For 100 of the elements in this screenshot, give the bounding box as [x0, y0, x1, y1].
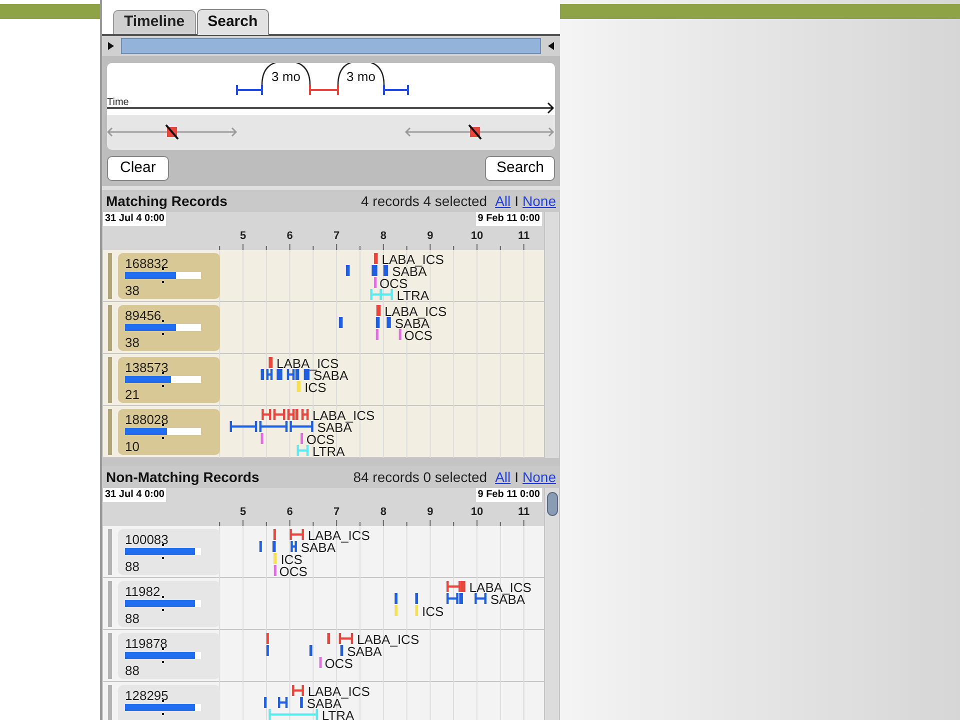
- track-label: LABA_ICS: [356, 632, 420, 647]
- record-total: 88: [125, 611, 140, 626]
- tab[interactable]: Search: [196, 9, 269, 35]
- track-label: LABA_ICS: [384, 304, 447, 319]
- track-label: OCS: [379, 276, 408, 291]
- track-label: LABA_ICS: [308, 528, 370, 543]
- event-mark: [383, 265, 388, 276]
- record-card[interactable]: 128295: [118, 685, 220, 720]
- tick-label: 7: [334, 230, 340, 242]
- clear-button[interactable]: Clear: [107, 156, 169, 180]
- event-mark: [386, 317, 391, 328]
- tab[interactable]: Timeline: [113, 10, 196, 34]
- tick-label: 9: [427, 506, 434, 518]
- none-link[interactable]: None: [522, 466, 556, 488]
- record-total: 10: [125, 439, 140, 454]
- track-label: SABA: [394, 316, 430, 331]
- tick-label: 9: [427, 230, 434, 242]
- track-label: LABA_ICS: [469, 580, 532, 595]
- row-marker: [108, 529, 112, 575]
- row-marker: [108, 409, 112, 455]
- tick-label: 11: [518, 506, 530, 518]
- tick-label: 8: [380, 506, 386, 518]
- record-card[interactable]: 138573 21: [118, 357, 220, 403]
- row-marker: [108, 305, 112, 351]
- row-marker: [108, 357, 112, 403]
- start-date: 31 Jul 4 0:00: [103, 488, 166, 502]
- tick-label: 10: [470, 506, 484, 518]
- scrollbar[interactable]: [545, 488, 559, 720]
- interval-arc: [337, 63, 385, 86]
- track-label: LTRA: [322, 708, 354, 720]
- scrollbar[interactable]: [545, 212, 559, 458]
- tick-label: 11: [518, 230, 530, 242]
- track-label: ICS: [422, 604, 444, 619]
- row-marker: [108, 581, 112, 627]
- start-date: 31 Jul 4 0:00: [103, 212, 166, 226]
- track-label: SABA: [306, 696, 342, 711]
- track-label: SABA: [490, 592, 526, 607]
- record-card[interactable]: 89456 38: [118, 305, 220, 351]
- track-label: OCS: [306, 432, 335, 447]
- row-marker: [108, 253, 112, 299]
- record-id: 119878: [125, 636, 168, 651]
- record-id: 128295: [125, 688, 170, 703]
- record-total: 88: [125, 559, 140, 574]
- track-label: SABA: [317, 420, 352, 435]
- record-id: 100083: [125, 532, 170, 547]
- tick-label: 10: [470, 230, 484, 242]
- gap-label: 3 mo: [346, 69, 376, 84]
- track-label: LABA_ICS: [382, 252, 444, 267]
- record-card[interactable]: 11982 88: [118, 581, 220, 627]
- record-id: 11982: [125, 584, 162, 599]
- tick-label: 7: [334, 506, 340, 518]
- end-date: 9 Feb 11 0:00: [476, 488, 542, 502]
- record-id: 168832: [125, 256, 170, 271]
- track-label: ICS: [304, 380, 326, 395]
- track-label: ICS: [280, 552, 302, 567]
- gap-label: 3 mo: [272, 69, 300, 84]
- track-label: OCS: [324, 656, 353, 671]
- track-label: OCS: [279, 564, 308, 578]
- track-label: SABA: [392, 264, 427, 279]
- search-button[interactable]: Search: [485, 156, 555, 180]
- link-separator: I: [514, 468, 519, 486]
- interval-bracket: [383, 84, 409, 96]
- link-separator: I: [514, 192, 519, 210]
- event-mark: [327, 633, 330, 644]
- record-card[interactable]: 119878 88: [118, 633, 220, 679]
- axis-label: Time: [107, 97, 129, 108]
- section-title: Non-Matching Records: [106, 468, 260, 487]
- interval-arc: [261, 63, 311, 86]
- tick-label: 5: [240, 230, 246, 242]
- event-mark: [398, 329, 402, 340]
- row-marker: [108, 685, 112, 720]
- all-link[interactable]: All: [495, 190, 511, 212]
- record-id: 188028: [125, 412, 170, 427]
- record-total: 38: [125, 335, 140, 350]
- event-mark: [309, 645, 312, 656]
- track-label: SABA: [347, 644, 382, 659]
- record-total: 21: [125, 387, 140, 402]
- tick-label: 6: [286, 506, 293, 518]
- record-card[interactable]: 188028 10: [118, 409, 220, 455]
- section-title: Matching Records: [106, 192, 228, 211]
- none-link[interactable]: None: [522, 190, 556, 212]
- track-label: LTRA: [396, 288, 430, 302]
- record-id: 138573: [125, 360, 170, 375]
- end-date: 9 Feb 11 0:00: [476, 212, 542, 226]
- track-label: OCS: [404, 328, 432, 343]
- record-card[interactable]: 168832 38: [118, 253, 220, 299]
- event-mark: [276, 369, 282, 380]
- interval-bracket: [309, 84, 339, 96]
- event-mark: [304, 369, 310, 380]
- all-link[interactable]: All: [495, 466, 511, 488]
- record-card[interactable]: 100083 88: [118, 529, 220, 575]
- tick-label: 8: [380, 230, 386, 242]
- track-label: SABA: [300, 540, 336, 555]
- record-total: 38: [125, 283, 140, 298]
- tick-label: 6: [286, 230, 293, 242]
- track-label: LABA_ICS: [312, 408, 375, 423]
- interval-bracket: [236, 84, 263, 96]
- track-label: LABA_ICS: [276, 356, 339, 371]
- scroll-thumb[interactable]: [546, 492, 558, 516]
- record-count: 4 records 4 selected: [361, 192, 488, 210]
